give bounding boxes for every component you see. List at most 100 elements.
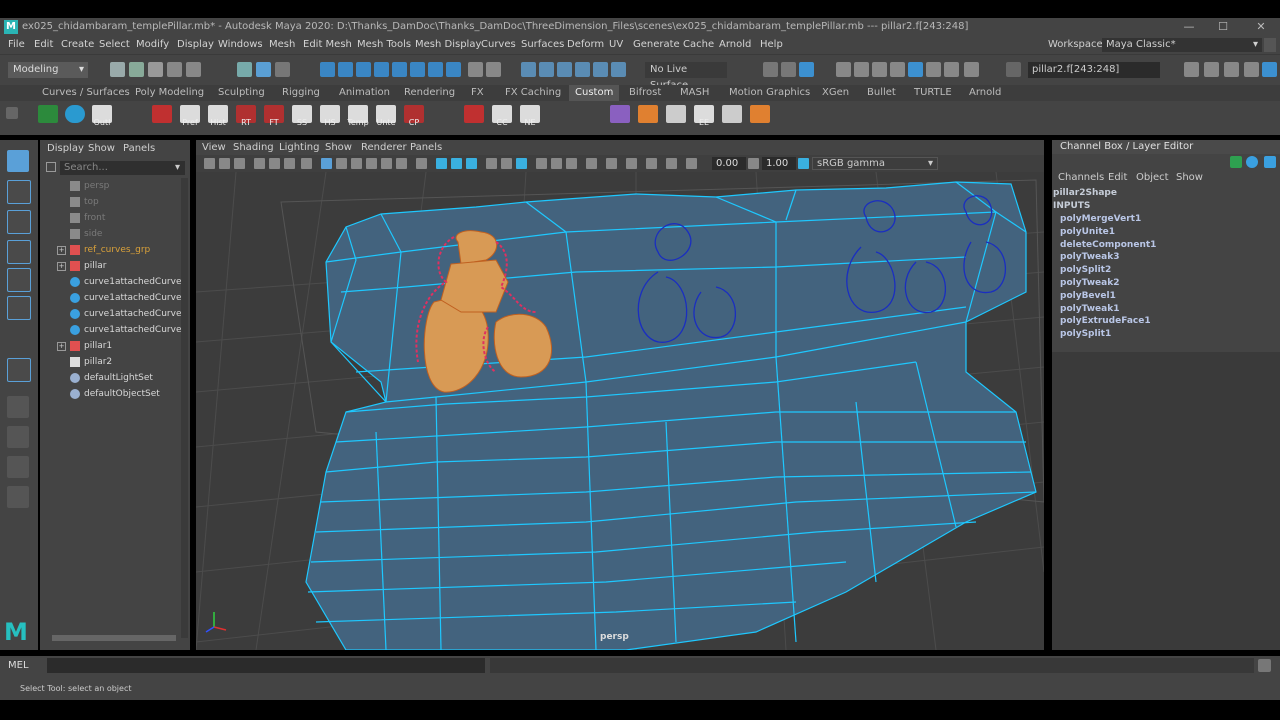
gamma-icon[interactable]: [748, 158, 759, 169]
close-button[interactable]: ✕: [1248, 19, 1274, 35]
tab-sculpting[interactable]: Sculpting: [218, 87, 265, 98]
tab-mash[interactable]: MASH: [680, 87, 709, 98]
tab-bullet[interactable]: Bullet: [867, 87, 896, 98]
image-plane-icon[interactable]: [254, 158, 265, 169]
channel-box-sync-icon[interactable]: [1246, 156, 1258, 168]
channel-menu-channels[interactable]: Channels: [1058, 172, 1104, 183]
shelf-orange-tool2-icon[interactable]: [750, 105, 770, 123]
viewport-menu-show[interactable]: Show: [325, 142, 352, 153]
new-scene-icon[interactable]: [110, 62, 125, 77]
outliner-menu-show[interactable]: Show: [88, 143, 115, 154]
tab-animation[interactable]: Animation: [339, 87, 390, 98]
arnold-render-icon[interactable]: [944, 62, 959, 77]
component-uv-icon[interactable]: [374, 62, 389, 77]
tab-custom[interactable]: Custom: [569, 85, 620, 101]
viewport-menu-lighting[interactable]: Lighting: [279, 142, 319, 153]
shelf-orange-tool-icon[interactable]: [638, 105, 658, 123]
shelf-red-grid2-icon[interactable]: [464, 105, 484, 123]
pause-icon[interactable]: [964, 62, 979, 77]
single-view-icon[interactable]: [7, 396, 29, 418]
outliner-item[interactable]: side: [40, 226, 180, 242]
select-camera-icon[interactable]: [204, 158, 215, 169]
component-edge-icon[interactable]: [338, 62, 353, 77]
xray-joints-icon[interactable]: [626, 158, 637, 169]
input-output-icon[interactable]: [763, 62, 778, 77]
component-face-icon[interactable]: [356, 62, 371, 77]
outliner-item[interactable]: top: [40, 194, 180, 210]
viewport-menu-shading[interactable]: Shading: [233, 142, 274, 153]
xray-active-icon[interactable]: [646, 158, 657, 169]
isolate-select-icon[interactable]: [606, 158, 617, 169]
channel-input-item[interactable]: polyBevel1: [1060, 291, 1116, 301]
menu-help[interactable]: Help: [760, 39, 783, 50]
channel-input-item[interactable]: polyTweak2: [1060, 278, 1119, 288]
component-vertex-icon[interactable]: [320, 62, 335, 77]
exposure-field[interactable]: 0.00: [712, 157, 746, 170]
channel-input-item[interactable]: polyMergeVert1: [1060, 214, 1141, 224]
menu-create[interactable]: Create: [61, 39, 94, 50]
undo-icon[interactable]: [167, 62, 182, 77]
outliner-item[interactable]: + pillar: [40, 258, 180, 274]
component-vertex-face-icon[interactable]: [392, 62, 407, 77]
lock-selection-icon[interactable]: [468, 62, 483, 77]
shelf-settings-icon[interactable]: [6, 107, 18, 119]
menu-curves[interactable]: Curves: [481, 39, 516, 50]
outliner-item[interactable]: persp: [40, 178, 180, 194]
snap-grid-icon[interactable]: [521, 62, 536, 77]
snap-together-icon[interactable]: [611, 62, 626, 77]
channel-menu-object[interactable]: Object: [1136, 172, 1169, 183]
workspace-lock-icon[interactable]: [1264, 38, 1276, 52]
tab-fx-caching[interactable]: FX Caching: [505, 87, 561, 98]
outliner-item[interactable]: defaultObjectSet: [40, 386, 180, 402]
field-chart-icon[interactable]: [366, 158, 377, 169]
outliner-item[interactable]: curve1attachedCurve3: [40, 306, 187, 322]
modeling-toolkit-icon[interactable]: [1184, 62, 1199, 77]
tab-rigging[interactable]: Rigging: [282, 87, 320, 98]
menu-arnold[interactable]: Arnold: [719, 39, 751, 50]
menu-deform[interactable]: Deform: [567, 39, 604, 50]
outliner-layout-icon[interactable]: [7, 486, 29, 508]
outliner-item[interactable]: defaultLightSet: [40, 370, 180, 386]
highlight-selection-icon[interactable]: [486, 62, 501, 77]
snap-curve-icon[interactable]: [539, 62, 554, 77]
color-management-icon[interactable]: [798, 158, 809, 169]
open-scene-icon[interactable]: [129, 62, 144, 77]
expand-icon[interactable]: +: [57, 262, 66, 271]
channel-box-key-icon[interactable]: [1230, 156, 1242, 168]
channel-input-item[interactable]: polyUnite1: [1060, 227, 1115, 237]
mask-deformers-icon[interactable]: [428, 62, 443, 77]
selection-name-field[interactable]: pillar2.f[243:248]: [1028, 62, 1160, 78]
wireframe-on-shaded-icon[interactable]: [451, 158, 462, 169]
mel-label[interactable]: MEL: [8, 660, 29, 671]
depth-of-field-icon[interactable]: [586, 158, 597, 169]
snap-view-plane-icon[interactable]: [575, 62, 590, 77]
ambient-occlusion-icon[interactable]: [536, 158, 547, 169]
shelf-sphere-icon[interactable]: [65, 105, 85, 123]
tab-xgen[interactable]: XGen: [822, 87, 849, 98]
shelf-green-tool-icon[interactable]: [38, 105, 58, 123]
color-space-select[interactable]: sRGB gamma ▾: [812, 157, 938, 170]
menu-display[interactable]: Display: [177, 39, 214, 50]
tab-turtle[interactable]: TURTLE: [914, 87, 952, 98]
motion-blur-icon[interactable]: [551, 158, 562, 169]
rotate-tool-icon[interactable]: [7, 268, 31, 292]
outliner-item[interactable]: curve1attachedCurve4: [40, 322, 187, 338]
channel-box-expand-icon[interactable]: [1264, 156, 1276, 168]
xray-icon[interactable]: [466, 158, 477, 169]
menu-edit[interactable]: Edit: [34, 39, 53, 50]
attribute-editor-icon[interactable]: [1204, 62, 1219, 77]
shadows-icon[interactable]: [516, 158, 527, 169]
film-gate-icon[interactable]: [321, 158, 332, 169]
viewport-menu-panels[interactable]: Panels: [410, 142, 442, 153]
render-view-icon[interactable]: [836, 62, 851, 77]
sidebar-toggle-icon[interactable]: [1006, 62, 1021, 77]
exposure-icon[interactable]: [686, 158, 697, 169]
outliner-menu-display[interactable]: Display: [47, 143, 84, 154]
outliner-search-input[interactable]: Search...: [60, 161, 185, 175]
ipr-render-icon[interactable]: [872, 62, 887, 77]
channel-menu-show[interactable]: Show: [1176, 172, 1203, 183]
viewport-scene[interactable]: [196, 172, 1044, 650]
gate-mask-icon[interactable]: [351, 158, 362, 169]
scale-tool-icon[interactable]: [7, 296, 31, 320]
save-scene-icon[interactable]: [148, 62, 163, 77]
